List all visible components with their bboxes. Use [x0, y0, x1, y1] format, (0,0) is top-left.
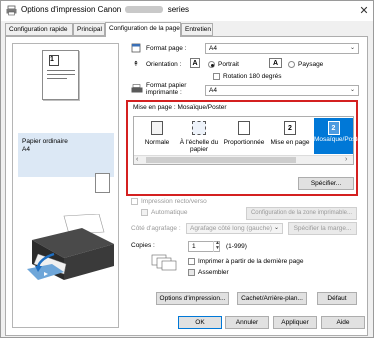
page-size-label: Format page : — [146, 45, 187, 52]
printer-paper-label-line1: Format papier — [146, 82, 187, 89]
printer-paper-icon — [131, 84, 143, 93]
scrollbar-thumb[interactable] — [146, 157, 296, 163]
printer-paper-select[interactable]: A4 ⌄ — [205, 85, 359, 96]
printer-icon — [6, 5, 17, 16]
layout-poster-icon: 2 — [327, 121, 340, 135]
tab-configuration-page[interactable]: Configuration de la page — [105, 22, 181, 37]
layout-option-label: Mise en page — [270, 139, 310, 146]
scroll-left-icon[interactable]: ‹ — [136, 156, 138, 163]
stapling-side-value: Agrafage côté long (gauche) — [190, 225, 273, 232]
tab-principal[interactable]: Principal — [73, 23, 105, 36]
printable-area-button[interactable]: Configuration de la zone imprimable... — [246, 207, 357, 220]
scroll-right-icon[interactable]: › — [345, 156, 347, 163]
reverse-order-checkbox[interactable] — [188, 258, 195, 265]
chevron-down-icon: ⌄ — [349, 45, 355, 51]
rotation-180-label: Rotation 180 degrés — [223, 73, 282, 80]
copies-stack-icon — [151, 254, 177, 271]
layout-option-label: À l'échelle du papier — [179, 139, 219, 153]
layout-header: Mise en page : Mosaïque/Poster — [133, 104, 227, 111]
layout-option-label: Mosaïque/Poster — [314, 136, 364, 143]
stamp-background-button[interactable]: Cachet/Arrière-plan... — [237, 292, 307, 305]
landscape-label: Paysage — [298, 61, 324, 68]
chevron-down-icon: ⌄ — [349, 87, 355, 93]
preview-number-one: 1 — [50, 56, 54, 63]
page-preview: 1 — [42, 50, 79, 100]
preview-line — [47, 74, 75, 75]
reverse-order-label: Imprimer à partir de la dernière page — [198, 258, 304, 265]
tab-configuration-rapide[interactable]: Configuration rapide — [5, 23, 73, 36]
layout-option-proportionnee[interactable]: Proportionnée — [222, 118, 266, 154]
default-button[interactable]: Défaut — [317, 292, 357, 305]
auto-duplex-label: Automatique — [151, 209, 188, 216]
copies-label: Copies : — [131, 242, 155, 249]
rotation-180-checkbox[interactable] — [213, 73, 220, 80]
print-options-button[interactable]: Options d'impression... — [156, 292, 229, 305]
stapling-side-select[interactable]: Agrafage côté long (gauche) ⌄ — [186, 223, 283, 234]
chevron-down-icon: ⌄ — [273, 225, 279, 231]
window-title: Options d'impression Canon series — [21, 5, 190, 14]
close-button[interactable]: ✕ — [357, 4, 371, 18]
stapling-side-label: Côté d'agrafage : — [131, 225, 181, 232]
copies-range: (1-999) — [226, 243, 247, 250]
printer-paper-label-line2: imprimante : — [146, 89, 182, 96]
cancel-button[interactable]: Annuler — [225, 316, 269, 329]
preview-line — [47, 78, 67, 79]
orientation-label: Orientation : — [146, 61, 182, 68]
specify-margin-button[interactable]: Spécifier la marge... — [288, 222, 357, 235]
layout-page-icon: 2 — [284, 121, 296, 135]
layout-option-mise-en-page[interactable]: 2 Mise en page — [268, 118, 312, 154]
printer-paper-label: Format papier imprimante : — [146, 82, 186, 96]
portrait-radio[interactable] — [208, 61, 215, 68]
portrait-label: Portrait — [218, 61, 239, 68]
title-bar: Options d'impression Canon series ✕ — [1, 1, 373, 21]
media-type-text: Papier ordinaire — [22, 138, 68, 145]
layout-proportional-icon — [238, 121, 250, 135]
model-name-redacted — [125, 6, 164, 14]
layout-option-mosaique-poster[interactable]: 2 Mosaïque/Poster — [314, 118, 364, 154]
media-info-box: Papier ordinaire A4 — [18, 133, 114, 177]
help-button[interactable]: Aide — [321, 316, 365, 329]
collate-label: Assembler — [198, 269, 229, 276]
layout-option-echelle-papier[interactable]: À l'échelle du papier — [179, 118, 219, 154]
layout-scrollbar[interactable]: ‹ › — [134, 155, 353, 164]
landscape-icon: A — [269, 58, 282, 68]
layout-option-label: Normale — [144, 139, 170, 146]
layout-option-label: Proportionnée — [223, 139, 265, 146]
portrait-icon: A — [190, 58, 200, 68]
layout-option-normale[interactable]: Normale — [138, 118, 176, 154]
page-size-value: A4 — [209, 45, 217, 52]
auto-duplex-checkbox[interactable] — [141, 209, 148, 216]
printer-illustration-icon — [27, 214, 114, 280]
layout-normale-icon — [151, 121, 163, 135]
apply-button[interactable]: Appliquer — [273, 316, 317, 329]
tab-entretien[interactable]: Entretien — [181, 23, 213, 36]
layout-scaled-icon — [192, 121, 206, 135]
copies-stepper[interactable]: ▲ ▼ — [213, 241, 221, 252]
paper-sheet-icon — [95, 173, 110, 193]
specify-button[interactable]: Spécifier... — [298, 177, 354, 190]
orientation-icon: ↟ — [133, 61, 139, 68]
collate-checkbox[interactable] — [188, 269, 195, 276]
printer-paper-value: A4 — [209, 87, 217, 94]
page-size-icon — [131, 43, 141, 53]
media-size-text: A4 — [22, 146, 30, 153]
page-size-select[interactable]: A4 ⌄ — [205, 43, 359, 54]
preview-line — [47, 70, 75, 71]
duplex-checkbox[interactable] — [131, 198, 138, 205]
landscape-radio[interactable] — [288, 61, 295, 68]
ok-button[interactable]: OK — [178, 316, 222, 329]
duplex-label: Impression recto/verso — [141, 198, 207, 205]
